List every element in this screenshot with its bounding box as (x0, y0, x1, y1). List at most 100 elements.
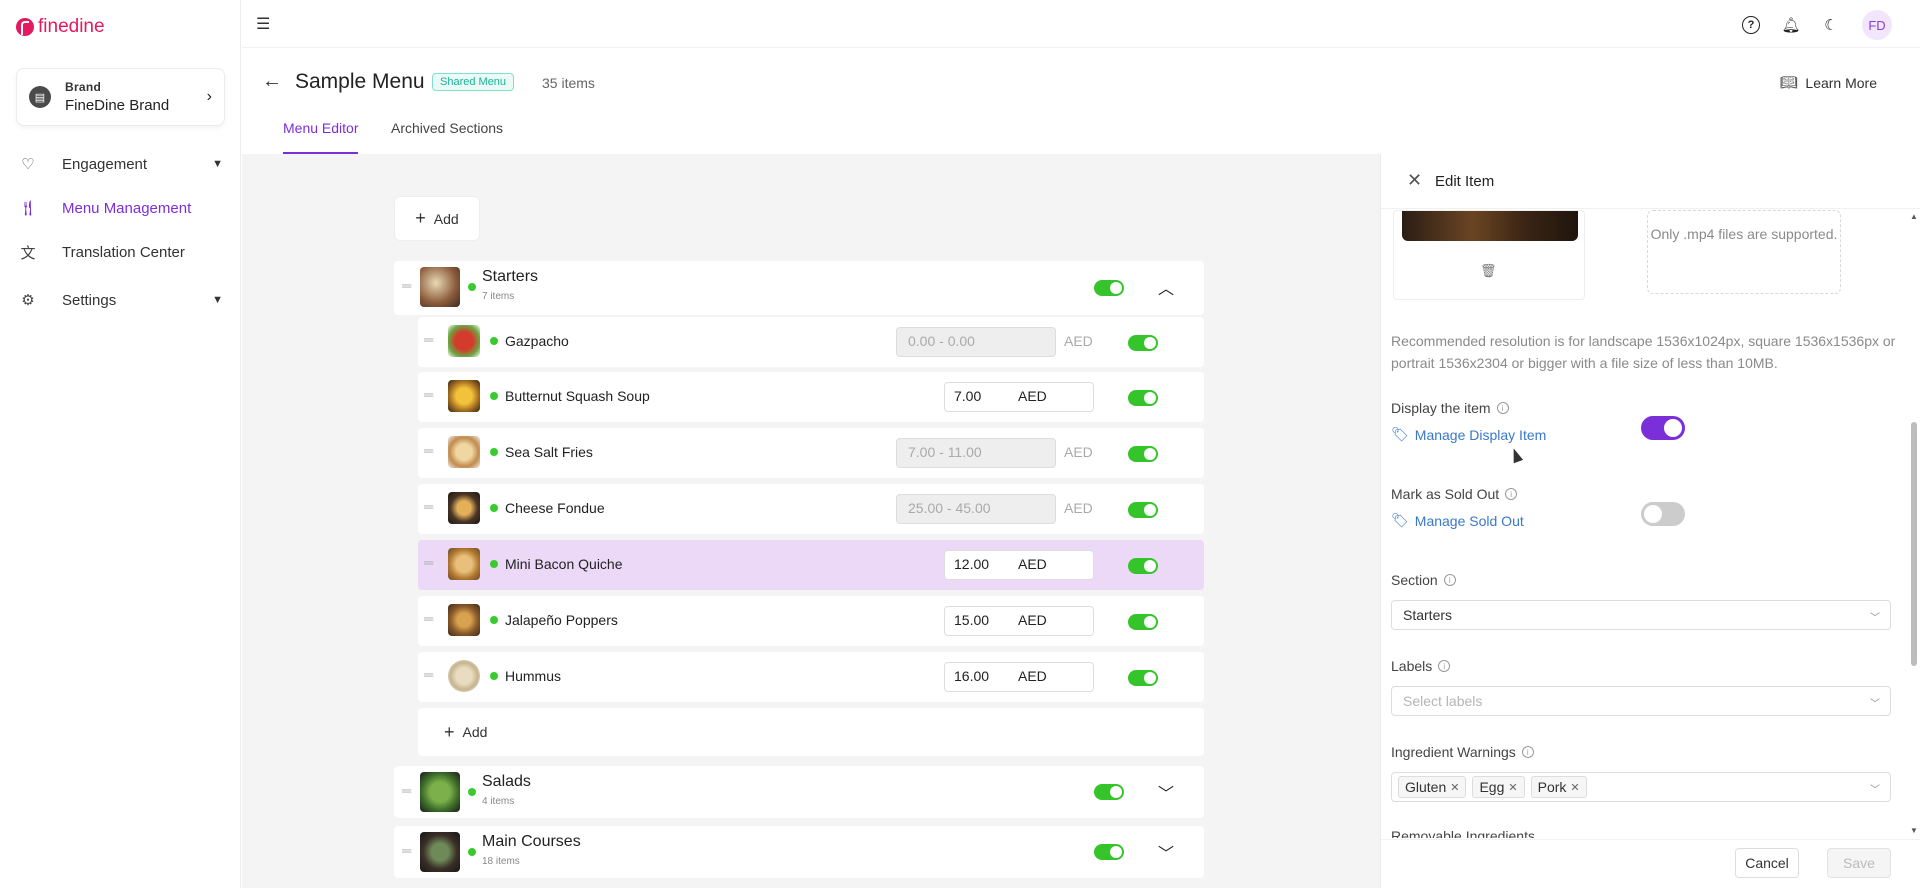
page-title: Sample Menu (295, 70, 425, 93)
status-dot (490, 672, 498, 680)
item-row-butternut-squash-soup[interactable]: ═ Butternut Squash Soup 7.00 AED (418, 372, 1204, 422)
help-icon[interactable]: ? (1742, 16, 1760, 34)
fork-knife-icon: 🍴︎ (18, 200, 38, 217)
scroll-down-icon[interactable]: ▼ (1910, 826, 1918, 835)
item-row-mini-bacon-quiche[interactable]: ═ Mini Bacon Quiche 12.00 AED (418, 540, 1204, 590)
section-row-starters[interactable]: ═ Starters 7 items ︿ (394, 261, 1204, 315)
manage-display-item-link[interactable]: 🏷︎ Manage Display Item (1391, 426, 1546, 443)
sidebar-item-translation-center[interactable]: 文 Translation Center (18, 240, 223, 264)
close-icon[interactable]: ✕ (1407, 170, 1422, 191)
drag-handle-icon[interactable]: ═ (424, 499, 433, 514)
chevron-down-icon: ▼ (212, 158, 223, 170)
display-item-toggle[interactable] (1641, 416, 1685, 440)
cancel-button[interactable]: Cancel (1735, 848, 1799, 878)
item-toggle[interactable] (1128, 335, 1158, 351)
moon-icon[interactable]: ☾ (1822, 16, 1840, 34)
avatar[interactable]: FD (1862, 10, 1892, 40)
item-toggle[interactable] (1128, 502, 1158, 518)
display-item-label: Display the item i (1391, 400, 1509, 416)
price-currency: AED (1018, 556, 1047, 572)
video-upload-dropzone[interactable]: Only .mp4 files are supported. (1647, 210, 1841, 294)
info-icon[interactable]: i (1443, 574, 1456, 586)
section-toggle[interactable] (1094, 844, 1124, 860)
drag-handle-icon[interactable]: ═ (402, 843, 411, 858)
item-toggle[interactable] (1128, 390, 1158, 406)
section-select-value: Starters (1403, 607, 1453, 623)
ingredient-warnings-label-text: Ingredient Warnings (1391, 744, 1516, 760)
chevron-down-icon[interactable]: ﹀ (1158, 780, 1174, 804)
status-dot (490, 504, 498, 512)
drag-handle-icon[interactable]: ═ (424, 555, 433, 570)
drag-handle-icon[interactable]: ═ (424, 667, 433, 682)
menu-toggle-icon[interactable]: ☰ (256, 14, 270, 34)
tab-archived-sections[interactable]: Archived Sections (391, 120, 503, 154)
info-icon[interactable]: i (1521, 746, 1534, 758)
info-icon[interactable]: i (1496, 402, 1509, 414)
labels-label-text: Labels (1391, 658, 1433, 674)
logo-text: finedine (38, 16, 105, 37)
tag-icon: 🏷︎ (1391, 426, 1409, 442)
section-select[interactable]: Starters ﹀ (1391, 600, 1891, 630)
warning-chip: Pork ✕ (1530, 776, 1587, 798)
brand-switcher[interactable]: ▤ Brand FineDine Brand › (16, 68, 225, 126)
tab-menu-editor[interactable]: Menu Editor (283, 120, 359, 154)
heart-icon: ♡ (21, 156, 35, 173)
drag-handle-icon[interactable]: ═ (402, 278, 411, 293)
drag-handle-icon[interactable]: ═ (424, 332, 433, 347)
item-image (1402, 211, 1578, 241)
drag-handle-icon[interactable]: ═ (424, 611, 433, 626)
info-icon[interactable]: i (1505, 488, 1518, 500)
display-item-label-text: Display the item (1391, 400, 1491, 416)
price-value: 25.00 - 45.00 (908, 500, 991, 516)
scroll-up-icon[interactable]: ▲ (1910, 212, 1918, 221)
section-row-salads[interactable]: ═ Salads 4 items ﹀ (394, 766, 1204, 818)
section-toggle[interactable] (1094, 280, 1124, 296)
add-section-button[interactable]: + Add (394, 196, 480, 241)
remove-chip-icon[interactable]: ✕ (1508, 781, 1517, 794)
remove-chip-icon[interactable]: ✕ (1570, 781, 1579, 794)
back-arrow-icon[interactable]: ← (262, 70, 282, 93)
trash-icon[interactable]: 🗑︎ (1480, 263, 1497, 279)
chevron-down-icon: ﹀ (1870, 613, 1880, 624)
sidebar-item-settings[interactable]: ⚙ Settings ▼ (18, 288, 223, 312)
chip-label: Gluten (1405, 779, 1447, 795)
save-button[interactable]: Save (1827, 848, 1891, 878)
drag-handle-icon[interactable]: ═ (424, 443, 433, 458)
item-row-gazpacho[interactable]: ═ Gazpacho 0.00 - 0.00 AED (418, 317, 1204, 367)
remove-chip-icon[interactable]: ✕ (1450, 781, 1459, 794)
item-row-hummus[interactable]: ═ Hummus 16.00 AED (418, 652, 1204, 702)
item-toggle[interactable] (1128, 446, 1158, 462)
shared-menu-badge: Shared Menu (432, 73, 515, 91)
item-row-cheese-fondue[interactable]: ═ Cheese Fondue 25.00 - 45.00 AED (418, 484, 1204, 534)
bell-icon[interactable]: 🔔︎ (1781, 16, 1800, 34)
info-icon[interactable]: i (1438, 660, 1451, 672)
labels-select[interactable]: Select labels ﹀ (1391, 686, 1891, 716)
learn-more-link[interactable]: 📖︎ Learn More (1780, 74, 1877, 91)
add-item-label: Add (462, 724, 488, 740)
section-label-text: Section (1391, 572, 1438, 588)
status-dot (468, 283, 476, 291)
section-toggle[interactable] (1094, 784, 1124, 800)
sidebar-item-menu-management[interactable]: 🍴︎ Menu Management (18, 196, 223, 220)
item-row-sea-salt-fries[interactable]: ═ Sea Salt Fries 7.00 - 11.00 AED (418, 428, 1204, 478)
item-toggle[interactable] (1128, 558, 1158, 574)
manage-sold-out-link[interactable]: 🏷︎ Manage Sold Out (1391, 512, 1524, 529)
drag-handle-icon[interactable]: ═ (402, 783, 411, 798)
item-toggle[interactable] (1128, 614, 1158, 630)
page-header: ← Sample Menu Shared Menu 35 items 📖︎ Le… (242, 48, 1920, 154)
sold-out-toggle[interactable] (1641, 502, 1685, 526)
chevron-up-icon[interactable]: ︿ (1158, 275, 1174, 299)
gear-icon: ⚙ (21, 292, 35, 309)
drag-handle-icon[interactable]: ═ (424, 387, 433, 402)
item-toggle[interactable] (1128, 670, 1158, 686)
sidebar-item-engagement[interactable]: ♡ Engagement ▼ (18, 152, 223, 176)
chevron-down-icon: ﹀ (1870, 785, 1880, 796)
sidebar: finedine ▤ Brand FineDine Brand › ♡ Enga… (0, 0, 241, 888)
finedine-logo[interactable]: finedine (16, 16, 105, 38)
section-row-main-courses[interactable]: ═ Main Courses 18 items ﹀ (394, 826, 1204, 878)
item-row-jalapeno-poppers[interactable]: ═ Jalapeño Poppers 15.00 AED (418, 596, 1204, 646)
add-item-button[interactable]: + Add (418, 708, 1204, 756)
ingredient-warnings-select[interactable]: Gluten ✕ Egg ✕ Pork ✕ ﹀ (1391, 772, 1891, 802)
scrollbar-thumb[interactable] (1911, 422, 1917, 666)
chevron-down-icon[interactable]: ﹀ (1158, 840, 1174, 864)
